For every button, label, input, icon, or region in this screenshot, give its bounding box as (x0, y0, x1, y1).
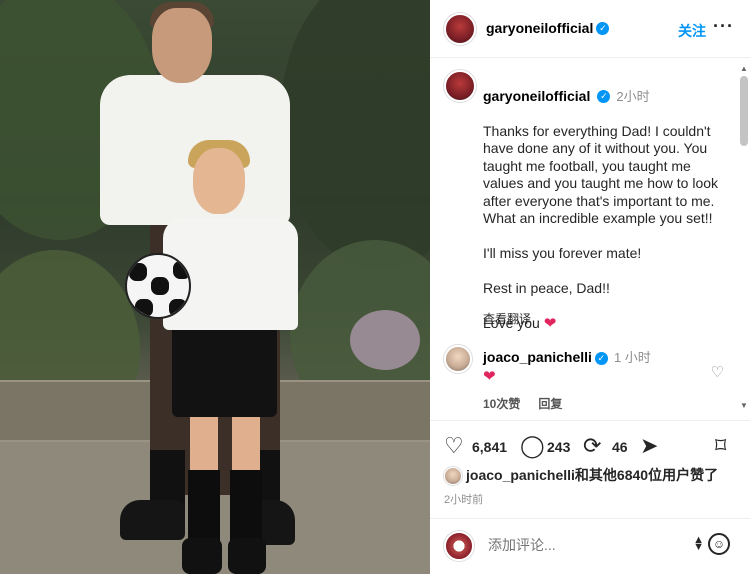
follow-button[interactable]: 关注 (678, 21, 706, 41)
posted-time: 2小时前 (444, 494, 484, 506)
man-head (152, 8, 212, 83)
football (125, 253, 191, 319)
flowers (350, 310, 420, 370)
boy-leg (232, 415, 260, 475)
likes-count[interactable]: 6,841 (472, 439, 507, 455)
see-translation-link[interactable]: 查看翻译 (483, 310, 531, 327)
emoji-icon[interactable]: ☺ (708, 533, 730, 555)
comment-item: joaco_panichelli ✓ 1 小时 ❤ ♡ 10次赞 回复 (444, 343, 744, 413)
comment-text: ❤ (483, 368, 496, 385)
foliage (280, 0, 430, 270)
like-icon[interactable]: ♡ (444, 435, 464, 457)
caption-time: 2小时 (616, 88, 650, 104)
boy-leg (190, 415, 218, 475)
action-bar: ♡ 6,841 ◯ 243 ⟳ 46 ➤ ⌑ joaco_panichelli和… (430, 420, 750, 530)
expand-icon[interactable]: ▲ ▼ (693, 535, 704, 553)
heart-emoji: ❤ (543, 315, 557, 332)
caption-header: garyoneilofficial ✓ 2小时 (483, 88, 728, 106)
verified-icon: ✓ (594, 351, 608, 365)
author-avatar[interactable] (444, 13, 476, 45)
verified-icon: ✓ (596, 22, 610, 36)
boy-sock (188, 470, 220, 545)
caption-block: garyoneilofficial ✓ 2小时 Thanks for everyth… (483, 70, 728, 333)
author-username[interactable]: garyoneilofficial (486, 20, 593, 36)
boy-shoe (228, 538, 266, 574)
boy-shorts (172, 322, 277, 417)
boy-sock (230, 470, 262, 545)
scroll-up-icon[interactable]: ▲ (740, 64, 748, 73)
caption-username[interactable]: garyoneilofficial (483, 88, 590, 104)
reposts-count[interactable]: 46 (612, 439, 628, 455)
comment-meta: 10次赞 回复 (483, 395, 580, 412)
header-author: garyoneilofficial ✓ (486, 20, 610, 38)
boy-head (193, 148, 245, 214)
man-shoe (120, 500, 185, 540)
liked-by-text: joaco_panichelli和其他6840位用户赞了 (466, 467, 719, 483)
comment-icon[interactable]: ◯ (520, 435, 545, 457)
scrollbar-thumb[interactable] (740, 76, 748, 146)
post-panel: garyoneilofficial ✓ 关注 ··· garyoneiloffic… (430, 0, 750, 574)
save-icon[interactable]: ⌑ (715, 435, 726, 457)
add-comment-bar: ▲▼ ☺ (430, 518, 750, 574)
add-comment-input[interactable] (488, 537, 688, 553)
verified-icon: ✓ (597, 90, 611, 104)
commenter-username[interactable]: joaco_panichelli (483, 349, 592, 365)
comment-header: joaco_panichelli ✓ 1 小时 (483, 347, 651, 366)
post-photo[interactable] (0, 0, 430, 574)
comment-like-icon[interactable]: ♡ (711, 363, 724, 381)
comments-scroll-area[interactable]: garyoneilofficial ✓ 2小时 Thanks for everyth… (430, 58, 750, 418)
more-options-icon[interactable]: ··· (713, 16, 734, 37)
scroll-down-icon[interactable]: ▼ (740, 401, 748, 410)
reply-button[interactable]: 回复 (538, 397, 562, 411)
comment-time: 1 小时 (613, 350, 651, 365)
caption-author-avatar[interactable] (444, 70, 476, 102)
scrollbar[interactable]: ▲ ▼ (740, 64, 748, 410)
post-header: garyoneilofficial ✓ 关注 ··· (430, 0, 750, 58)
liked-by[interactable]: joaco_panichelli和其他6840位用户赞了 (444, 465, 719, 486)
comment-likes-count[interactable]: 10次赞 (483, 397, 520, 411)
comments-count[interactable]: 243 (547, 439, 570, 455)
share-icon[interactable]: ➤ (640, 435, 658, 457)
repost-icon[interactable]: ⟳ (583, 435, 601, 457)
caption-text: Thanks for everything Dad! I couldn't ha… (483, 122, 719, 332)
liker-avatar (444, 467, 462, 486)
boy-shoe (182, 538, 222, 574)
commenter-avatar[interactable] (444, 345, 472, 373)
current-user-avatar (444, 531, 474, 561)
